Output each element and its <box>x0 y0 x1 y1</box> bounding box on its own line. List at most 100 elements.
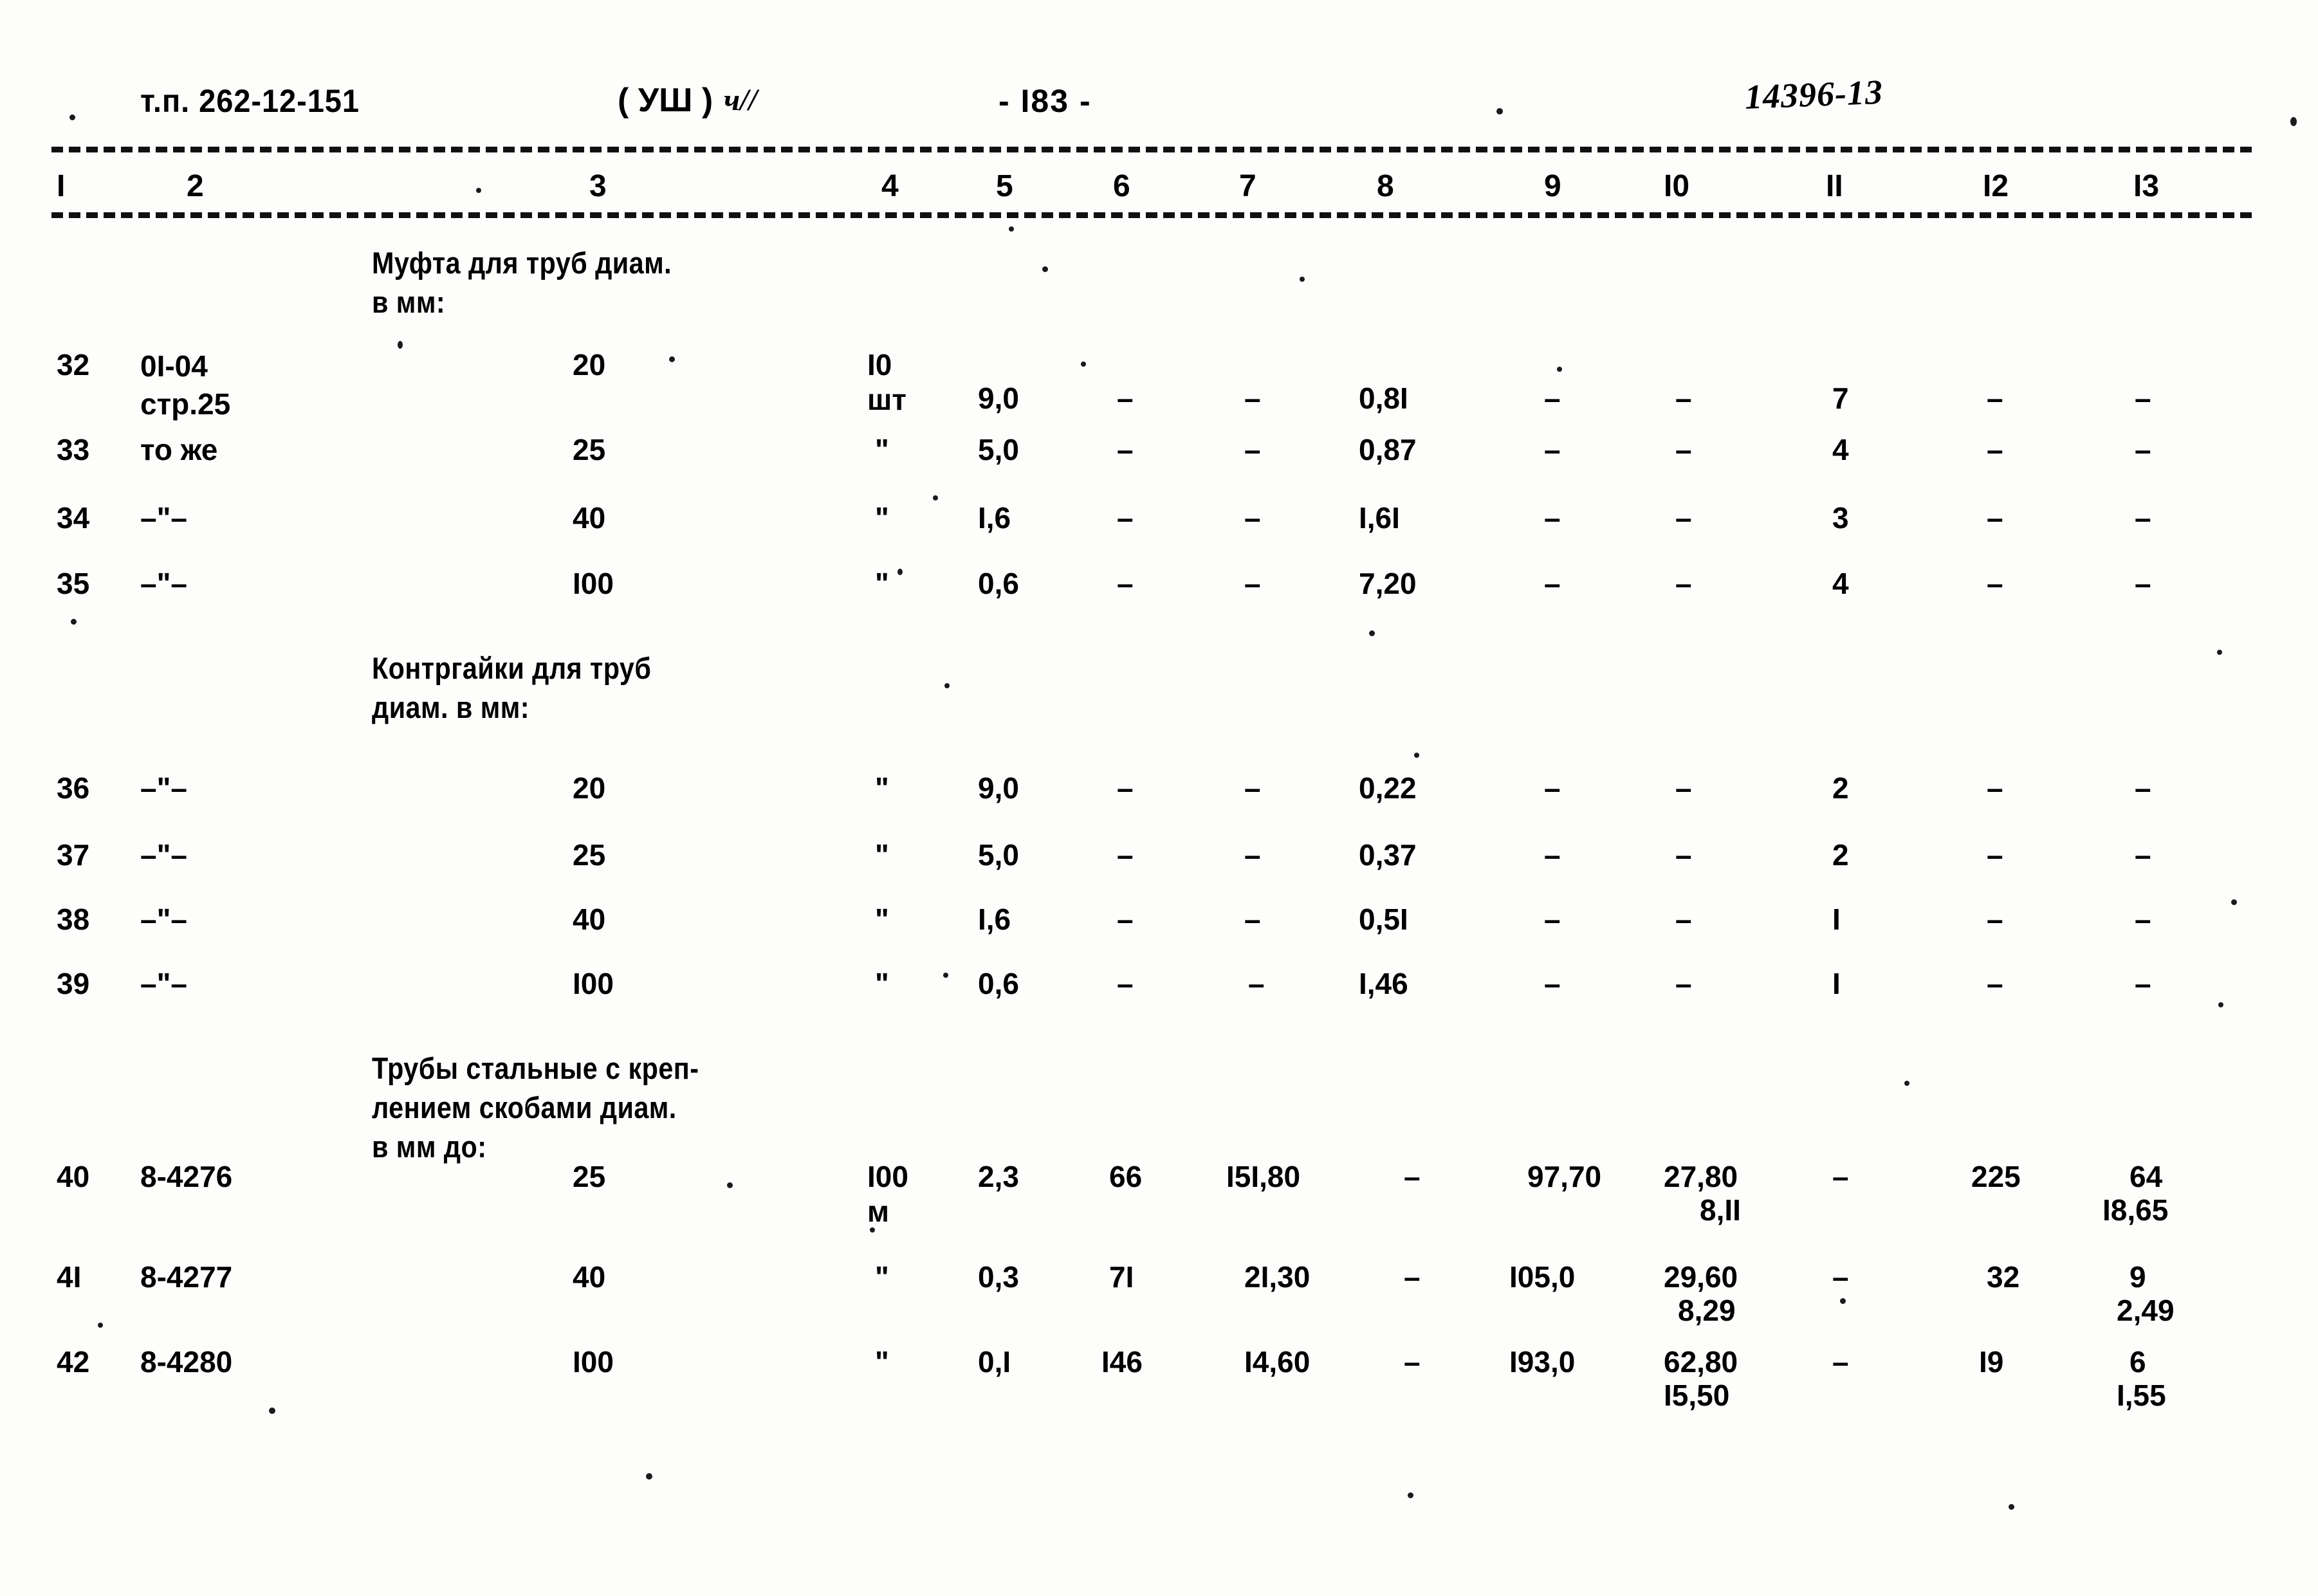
scan-speck <box>646 1473 652 1480</box>
cell-col9: I93,0 <box>1509 1345 1576 1379</box>
cell-col13-second: 2,49 <box>2117 1294 2175 1327</box>
column-number-4: 4 <box>881 169 899 203</box>
cell-col5: 9,0 <box>978 771 1019 805</box>
cell-col6: – <box>1117 838 1134 872</box>
section-heading-muftas: Муфта для труб диам. в мм: <box>372 246 672 320</box>
scan-speck <box>476 188 481 193</box>
cell-col11: I <box>1832 903 1841 936</box>
column-number-9: 9 <box>1544 169 1561 203</box>
cell-col13: 64 <box>2129 1160 2163 1193</box>
cell-source-ref: 0I-04 стр.25 <box>140 349 231 421</box>
cell-col11: 4 <box>1832 433 1849 466</box>
cell-col9: – <box>1544 501 1561 535</box>
cell-col12: – <box>1987 381 2003 415</box>
cell-col10-second: I5,50 <box>1664 1379 1730 1412</box>
cell-col12: – <box>1987 838 2003 872</box>
column-number-12: I2 <box>1983 169 2009 203</box>
cell-col13: – <box>2135 771 2151 805</box>
scan-speck <box>1496 108 1503 115</box>
cell-col6: 7I <box>1109 1260 1134 1294</box>
cell-col9: – <box>1544 381 1561 415</box>
cell-col6: – <box>1117 967 1134 1000</box>
cell-source-ref: –"– <box>140 567 187 600</box>
cell-col8: – <box>1404 1260 1421 1294</box>
cell-col9: 97,70 <box>1527 1160 1602 1193</box>
cell-col6: 66 <box>1109 1160 1143 1193</box>
cell-col13: – <box>2135 501 2151 535</box>
cell-col13: 9 <box>2129 1260 2146 1294</box>
cell-col5: I,6 <box>978 501 1011 535</box>
column-number-10: I0 <box>1664 169 1690 203</box>
cell-col8: 0,8I <box>1359 381 1408 415</box>
section-heading-steel-pipes: Трубы стальные с креп- лением скобами ди… <box>372 1051 699 1164</box>
cell-col9: – <box>1544 433 1561 466</box>
scan-speck <box>2290 117 2297 126</box>
scan-speck <box>69 115 75 120</box>
scan-speck <box>1904 1081 1909 1086</box>
scan-speck <box>1408 1492 1413 1498</box>
cell-source-ref: –"– <box>140 838 187 872</box>
scan-speck <box>269 1408 275 1414</box>
handwritten-archive-number: 14396-13 <box>1743 72 1884 116</box>
cell-unit: " <box>875 838 889 872</box>
cell-col13-second: I8,65 <box>2102 1193 2169 1227</box>
cell-col10: – <box>1675 567 1692 600</box>
scan-speck <box>98 1323 103 1328</box>
cell-col5: 0,I <box>978 1345 1011 1379</box>
cell-col6: I46 <box>1101 1345 1143 1379</box>
cell-col10: – <box>1675 433 1692 466</box>
scan-speck <box>1009 226 1014 232</box>
cell-col9: I05,0 <box>1509 1260 1576 1294</box>
cell-col5: 0,3 <box>978 1260 1019 1294</box>
cell-col7: I5I,80 <box>1226 1160 1301 1193</box>
cell-col11: – <box>1832 1260 1849 1294</box>
cell-col5: 5,0 <box>978 433 1019 466</box>
cell-col10: 27,80 <box>1664 1160 1738 1193</box>
cell-diameter: 20 <box>573 348 606 381</box>
cell-unit: " <box>875 903 889 936</box>
cell-unit: " <box>875 567 889 600</box>
scan-speck <box>2218 1002 2223 1007</box>
cell-row-number: 35 <box>57 567 90 600</box>
cell-col9: – <box>1544 967 1561 1000</box>
cell-row-number: 40 <box>57 1160 90 1193</box>
cell-col9: – <box>1544 567 1561 600</box>
handwritten-left-note: ч// <box>724 83 757 117</box>
cell-source-ref: то же <box>140 433 218 466</box>
cell-diameter: 40 <box>573 1260 606 1294</box>
cell-col5: 2,3 <box>978 1160 1019 1193</box>
cell-row-number: 33 <box>57 433 90 466</box>
cell-col10: – <box>1675 967 1692 1000</box>
cell-col10: 62,80 <box>1664 1345 1738 1379</box>
column-number-1: I <box>57 169 66 203</box>
cell-col8: – <box>1404 1160 1421 1193</box>
cell-row-number: 32 <box>57 348 90 381</box>
scan-speck <box>669 356 675 362</box>
cell-row-number: 39 <box>57 967 90 1000</box>
cell-source-ref: 8-4276 <box>140 1160 233 1193</box>
cell-col10: – <box>1675 838 1692 872</box>
cell-col8: 0,5I <box>1359 903 1408 936</box>
cell-col5: 9,0 <box>978 381 1019 415</box>
cell-col13: – <box>2135 903 2151 936</box>
cell-col8: I,46 <box>1359 967 1408 1000</box>
cell-diameter: 40 <box>573 903 606 936</box>
cell-col6: – <box>1117 381 1134 415</box>
table-top-rule <box>51 147 2252 152</box>
scan-speck <box>398 341 403 349</box>
scan-speck <box>1557 367 1562 372</box>
scan-speck <box>1081 362 1086 367</box>
cell-col11: 2 <box>1832 838 1849 872</box>
cell-col8: 7,20 <box>1359 567 1417 600</box>
column-number-5: 5 <box>996 169 1013 203</box>
cell-col9: – <box>1544 838 1561 872</box>
cell-col8: 0,37 <box>1359 838 1417 872</box>
cell-col13: – <box>2135 381 2151 415</box>
scan-speck <box>727 1182 733 1188</box>
cell-row-number: 36 <box>57 771 90 805</box>
scan-speck <box>71 619 77 625</box>
column-number-11: II <box>1826 169 1843 203</box>
scan-speck <box>1042 266 1048 272</box>
cell-source-ref: 8-4277 <box>140 1260 233 1294</box>
cell-unit: " <box>875 433 889 466</box>
